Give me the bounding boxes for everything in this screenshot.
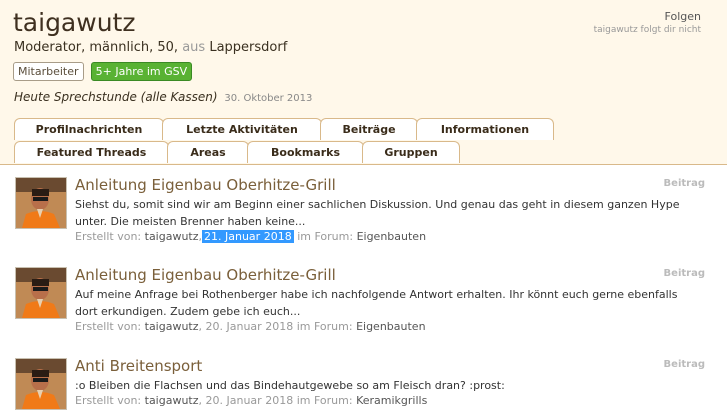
post-snippet[interactable]: Siehst du, somit sind wir am Beginn eine… [75, 196, 695, 230]
status-text: Heute Sprechstunde (alle Kassen) [14, 90, 218, 104]
tab-informationen[interactable]: Informationen [416, 118, 554, 140]
profile-location[interactable]: Lappersdorf [209, 40, 287, 55]
tab-letzte-aktivitaeten[interactable]: Letzte Aktivitäten [162, 118, 322, 140]
post-title-link[interactable]: Anleitung Eigenbau Oberhitze-Grill [75, 266, 336, 284]
author-link[interactable]: taigawutz [145, 230, 199, 243]
post-title-link[interactable]: Anti Breitensport [75, 357, 202, 375]
tab-beitraege[interactable]: Beiträge [320, 118, 418, 140]
in-forum-label: im Forum: [296, 394, 353, 407]
created-by-label: Erstellt von: [75, 230, 142, 243]
tab-featured-threads[interactable]: Featured Threads [14, 141, 169, 163]
avatar[interactable] [15, 358, 67, 410]
profile-badges: Mitarbeiter 5+ Jahre im GSV [13, 62, 194, 81]
tab-bookmarks[interactable]: Bookmarks [247, 141, 364, 163]
tab-gruppen[interactable]: Gruppen [362, 141, 460, 163]
profile-info: Moderator, männlich, 50, aus Lappersdorf [14, 40, 287, 55]
created-by-label: Erstellt von: [75, 320, 142, 333]
post-date[interactable]: 21. Januar 2018 [202, 230, 294, 243]
forum-link[interactable]: Eigenbauten [357, 230, 426, 243]
status-date: 30. Oktober 2013 [224, 93, 313, 104]
avatar[interactable] [15, 177, 67, 229]
post-snippet[interactable]: Auf meine Anfrage bei Rothenberger habe … [75, 286, 695, 320]
tab-profilnachrichten[interactable]: Profilnachrichten [14, 118, 164, 140]
author-link[interactable]: taigawutz [145, 394, 199, 407]
forum-link[interactable]: Eigenbauten [356, 320, 425, 333]
author-link[interactable]: taigawutz [145, 320, 199, 333]
profile-role: Moderator, männlich, 50, [14, 40, 179, 55]
profile-aus: aus [182, 40, 206, 55]
profile-username: taigawutz [13, 8, 136, 37]
post-snippet[interactable]: :o Bleiben die Flachsen und das Bindehau… [75, 377, 695, 394]
avatar[interactable] [15, 267, 67, 319]
post-type-label: Beitrag [663, 359, 705, 370]
tab-divider [0, 164, 727, 165]
forum-link[interactable]: Keramikgrills [356, 394, 427, 407]
follow-note: taigawutz folgt dir nicht [593, 25, 701, 35]
post-type-label: Beitrag [663, 268, 705, 279]
profile-status: Heute Sprechstunde (alle Kassen) 30. Okt… [14, 90, 312, 104]
created-by-label: Erstellt von: [75, 394, 142, 407]
tab-areas[interactable]: Areas [167, 141, 249, 163]
in-forum-label: im Forum: [297, 230, 354, 243]
post-meta: Erstellt von: taigawutz, 20. Januar 2018… [75, 394, 428, 407]
post-meta: Erstellt von: taigawutz, 20. Januar 2018… [75, 320, 426, 333]
in-forum-label: im Forum: [296, 320, 353, 333]
post-title-link[interactable]: Anleitung Eigenbau Oberhitze-Grill [75, 176, 336, 194]
post-date[interactable]: 20. Januar 2018 [206, 394, 294, 407]
membership-years-badge: 5+ Jahre im GSV [90, 62, 193, 81]
post-date[interactable]: 20. Januar 2018 [206, 320, 294, 333]
follow-button[interactable]: Folgen [665, 10, 701, 23]
post-meta: Erstellt von: taigawutz, 21. Januar 2018 … [75, 230, 427, 243]
profile-header: taigawutz Moderator, männlich, 50, aus L… [0, 0, 727, 165]
post-type-label: Beitrag [663, 178, 705, 189]
staff-badge: Mitarbeiter [13, 62, 84, 81]
